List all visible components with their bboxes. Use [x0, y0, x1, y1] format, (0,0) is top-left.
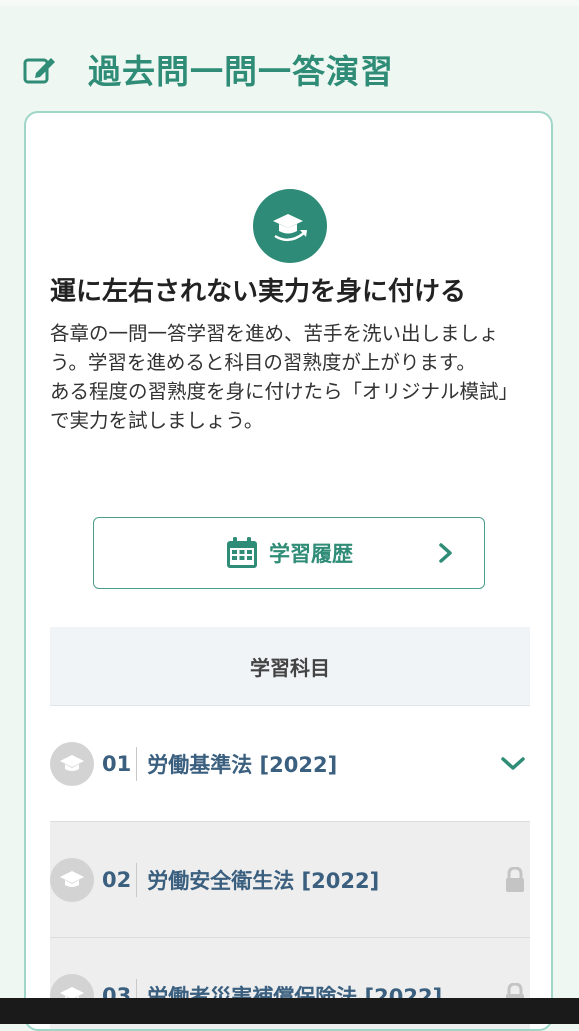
- subject-name: 労働基準法 [2022]: [147, 752, 338, 777]
- divider: [136, 746, 138, 781]
- subjects-header-label: 学習科目: [250, 655, 330, 680]
- chevron-right-icon: [439, 543, 452, 563]
- subject-row-01[interactable]: 01 労働基準法 [2022]: [50, 706, 530, 822]
- graduation-cap-icon: [50, 741, 94, 786]
- lock-icon: [506, 866, 524, 892]
- intro-heading: 運に左右されない実力を身に付ける: [50, 277, 467, 307]
- study-history-button[interactable]: 学習履歴: [93, 517, 485, 589]
- calendar-icon: [227, 537, 257, 568]
- intro-description: 各章の一問一答学習を進め、苦手を洗い出しましょう。学習を進めると科目の習熟度が上…: [50, 322, 519, 432]
- study-history-label: 学習履歴: [269, 542, 353, 566]
- subject-number: 01: [102, 751, 132, 776]
- pencil-edit-icon: [23, 58, 55, 84]
- graduation-cap-growth-icon: [253, 189, 327, 263]
- intro-card: 運に左右されない実力を身に付ける 各章の一問一答学習を進め、苦手を洗い出しましょ…: [24, 111, 553, 1031]
- subject-number: 02: [102, 867, 132, 892]
- subject-row-02[interactable]: 02 労働安全衛生法 [2022]: [50, 822, 530, 938]
- status-strip: [0, 0, 579, 6]
- page-header: 過去問一問一答演習: [22, 44, 394, 94]
- subjects-header: 学習科目: [50, 627, 530, 706]
- subject-name: 労働安全衛生法 [2022]: [147, 868, 380, 893]
- chevron-down-icon[interactable]: [500, 754, 526, 774]
- page-title: 過去問一問一答演習: [88, 52, 394, 91]
- system-navigation-bar: [0, 998, 579, 1024]
- graduation-cap-icon: [50, 857, 94, 902]
- divider: [136, 862, 138, 897]
